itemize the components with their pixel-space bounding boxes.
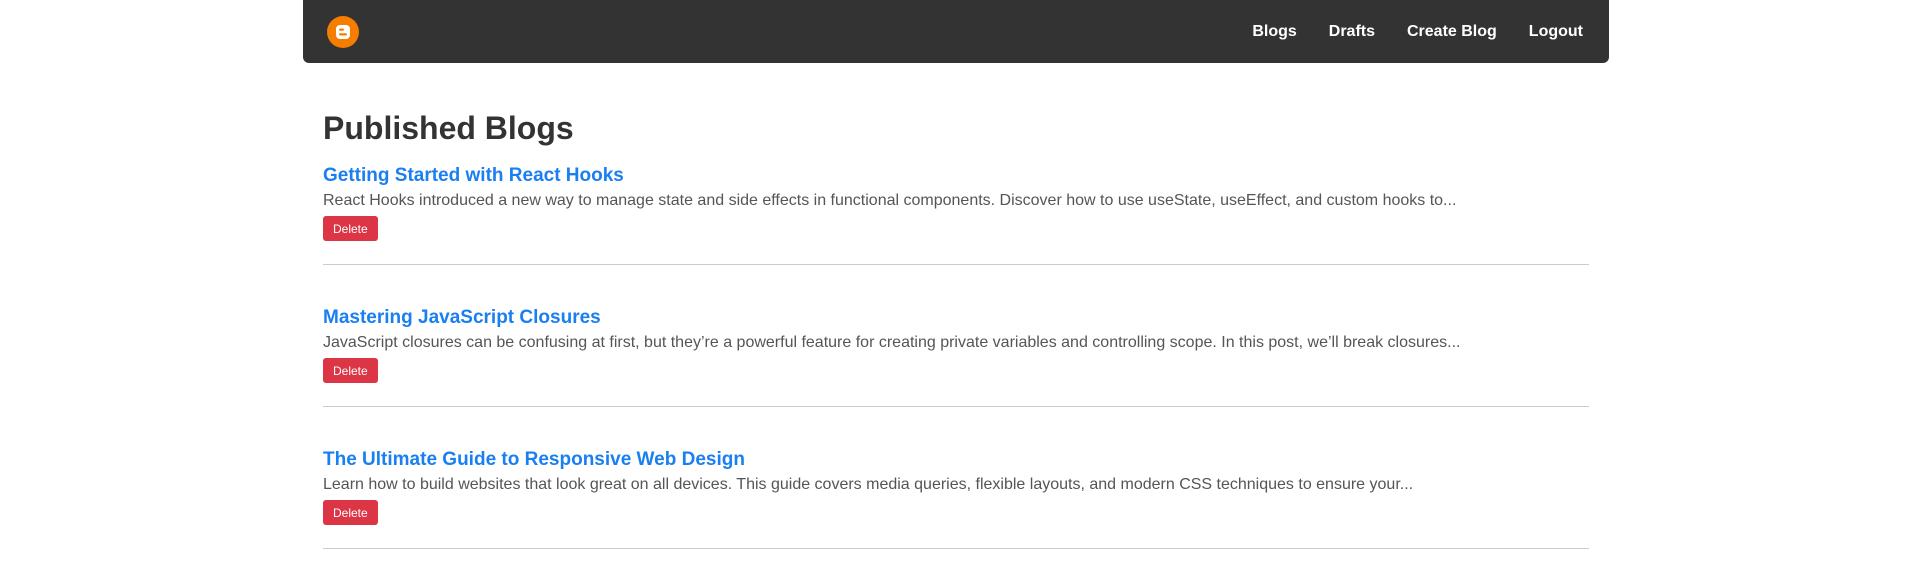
blog-list-item: Getting Started with React Hooks React H… <box>323 164 1589 265</box>
blogger-icon[interactable] <box>327 15 359 48</box>
delete-button[interactable]: Delete <box>323 500 378 525</box>
navbar: Blogs Drafts Create Blog Logout <box>303 0 1609 63</box>
blogger-logo-glyph <box>336 24 350 39</box>
page-title: Published Blogs <box>323 110 574 146</box>
nav-link-drafts[interactable]: Drafts <box>1329 23 1375 41</box>
nav-links: Blogs Drafts Create Blog Logout <box>1252 23 1583 41</box>
blog-list-item: The Ultimate Guide to Responsive Web Des… <box>323 448 1589 549</box>
blog-title-link[interactable]: Mastering JavaScript Closures <box>323 306 1589 330</box>
delete-button[interactable]: Delete <box>323 358 378 383</box>
nav-link-logout[interactable]: Logout <box>1529 23 1583 41</box>
blog-list-item: Mastering JavaScript Closures JavaScript… <box>323 306 1589 407</box>
nav-link-create-blog[interactable]: Create Blog <box>1407 23 1497 41</box>
blog-title-link[interactable]: Getting Started with React Hooks <box>323 164 1589 188</box>
delete-button[interactable]: Delete <box>323 216 378 241</box>
blog-excerpt: Learn how to build websites that look gr… <box>323 476 1414 493</box>
nav-link-blogs[interactable]: Blogs <box>1252 23 1296 41</box>
blog-excerpt: React Hooks introduced a new way to mana… <box>323 192 1457 209</box>
blog-excerpt: JavaScript closures can be confusing at … <box>323 334 1461 351</box>
blog-title-link[interactable]: The Ultimate Guide to Responsive Web Des… <box>323 448 1589 472</box>
